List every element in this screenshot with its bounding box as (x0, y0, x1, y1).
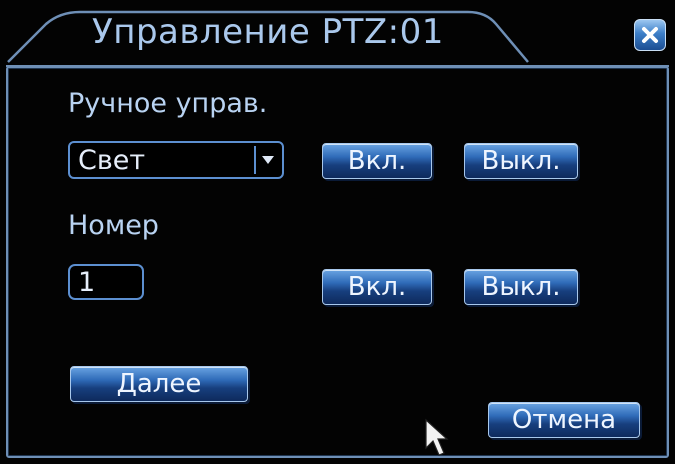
dialog-title: Управление PTZ:01 (92, 12, 444, 52)
chevron-down-icon[interactable] (254, 146, 280, 174)
ptz-dialog: Управление PTZ:01 Ручное управ. Свет Вкл… (0, 0, 675, 464)
manual-on-button[interactable]: Вкл. (322, 143, 432, 179)
number-label: Номер (68, 210, 159, 241)
manual-control-label: Ручное управ. (68, 88, 268, 119)
cancel-button[interactable]: Отмена (488, 402, 640, 438)
next-button[interactable]: Далее (70, 366, 248, 402)
number-input[interactable]: 1 (68, 264, 144, 300)
number-input-value: 1 (78, 267, 96, 298)
number-off-button[interactable]: Выкл. (464, 269, 578, 305)
manual-control-select-value: Свет (78, 145, 146, 176)
manual-control-select[interactable]: Свет (68, 141, 284, 179)
close-button[interactable] (634, 19, 666, 51)
manual-off-button[interactable]: Выкл. (464, 143, 578, 179)
mouse-cursor-icon (425, 418, 449, 456)
close-icon (642, 27, 658, 43)
number-on-button[interactable]: Вкл. (322, 269, 432, 305)
